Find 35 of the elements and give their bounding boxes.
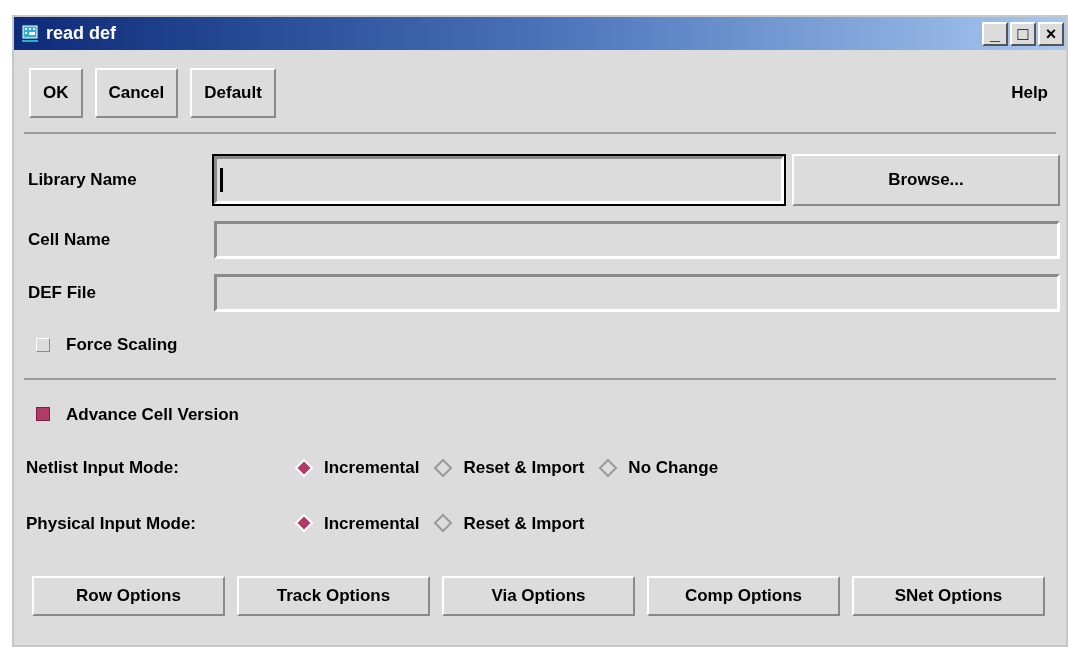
field-label: DEF File bbox=[27, 282, 97, 305]
radio-label: Incremental bbox=[324, 457, 420, 479]
radio-button[interactable] bbox=[433, 513, 454, 534]
dialog-button[interactable]: Cancel bbox=[94, 68, 179, 118]
radio-label: No Change bbox=[628, 457, 719, 479]
title-bar-button[interactable]: × bbox=[1038, 21, 1064, 46]
input-field[interactable] bbox=[214, 274, 1060, 312]
dialog-button[interactable]: Default bbox=[190, 68, 276, 118]
radio-button[interactable] bbox=[598, 457, 619, 478]
radio-group-label: Physical Input Mode: bbox=[26, 512, 198, 535]
radio-group-label: Netlist Input Mode: bbox=[26, 457, 180, 479]
title-bar-button[interactable]: □ bbox=[1010, 21, 1036, 46]
text-cursor bbox=[220, 168, 223, 192]
radio-label: Incremental bbox=[324, 512, 420, 535]
options-button[interactable]: Via Options bbox=[442, 576, 635, 616]
title-bar-button[interactable]: _ bbox=[982, 21, 1008, 46]
app-icon bbox=[20, 23, 40, 44]
options-button[interactable]: SNet Options bbox=[852, 576, 1045, 616]
browse-button[interactable]: Browse... bbox=[792, 154, 1060, 206]
help-link[interactable]: Help bbox=[1011, 80, 1048, 106]
radio-label: Reset & Import bbox=[463, 512, 585, 535]
input-field[interactable] bbox=[214, 221, 1060, 259]
dialog-button[interactable]: OK bbox=[29, 68, 83, 118]
options-button[interactable]: Row Options bbox=[32, 576, 225, 616]
field-label: Cell Name bbox=[27, 229, 112, 252]
radio-button[interactable] bbox=[433, 457, 454, 478]
window-title: read def bbox=[46, 22, 117, 45]
checkbox-label: Force Scaling bbox=[66, 334, 178, 356]
field-label: Library Name bbox=[27, 169, 138, 192]
radio-label: Reset & Import bbox=[463, 457, 585, 479]
checkbox[interactable] bbox=[36, 407, 50, 422]
options-button[interactable]: Track Options bbox=[237, 576, 430, 616]
input-field[interactable] bbox=[214, 156, 784, 204]
options-button[interactable]: Comp Options bbox=[647, 576, 840, 616]
checkbox-label: Advance Cell Version bbox=[66, 403, 239, 426]
